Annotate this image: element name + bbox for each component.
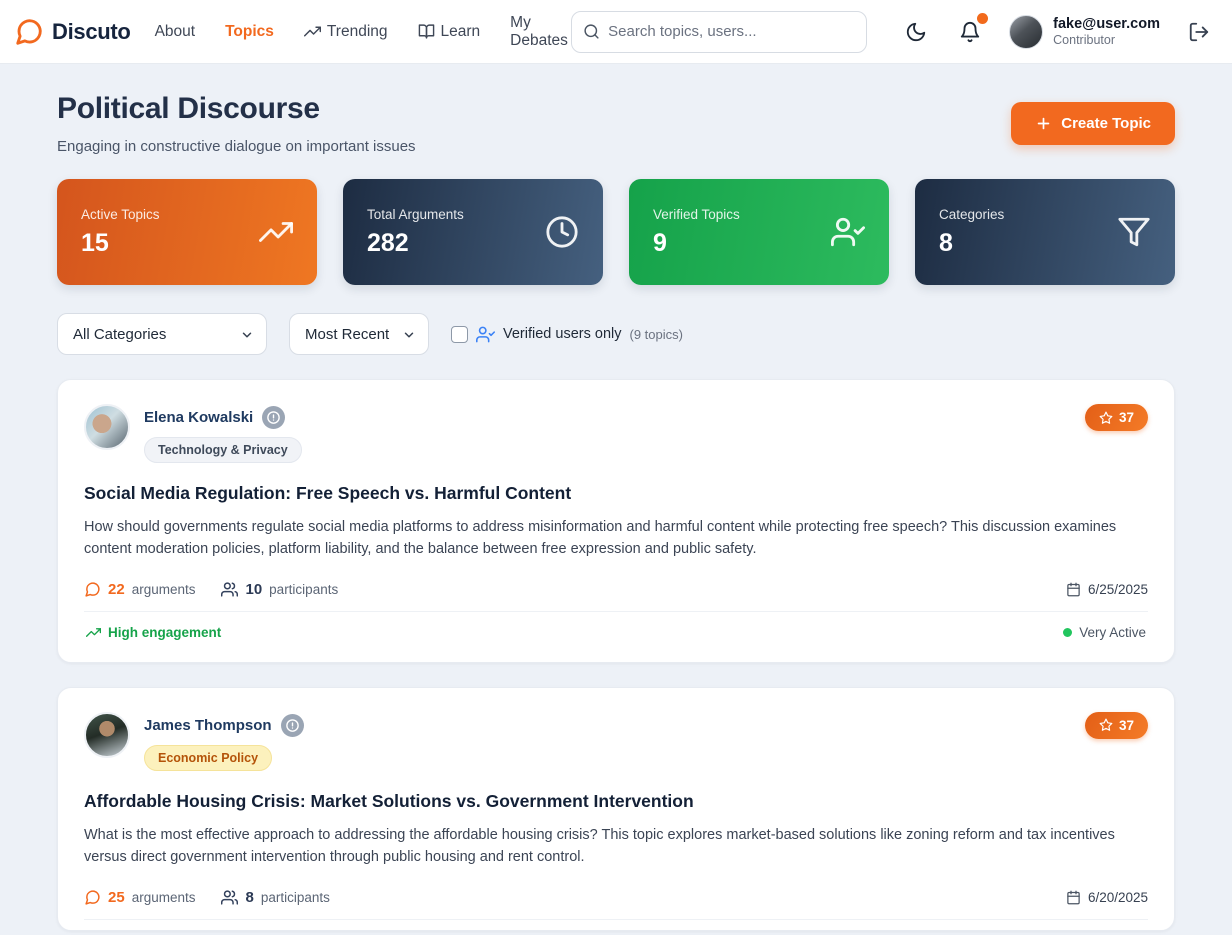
trending-up-icon (304, 23, 321, 40)
users-icon (221, 581, 238, 598)
moon-icon (905, 21, 927, 43)
page-title: Political Discourse (57, 92, 416, 126)
notification-badge (977, 13, 988, 24)
activity-status: Very Active (1063, 625, 1146, 640)
dark-mode-toggle[interactable] (901, 17, 931, 47)
topic-meta: 25 arguments 8 participants 6/20/2025 (84, 889, 1148, 920)
star-icon (1099, 411, 1113, 425)
author-name: James Thompson (144, 717, 272, 734)
verified-filter-label: Verified users only (503, 326, 621, 342)
stat-value: 282 (367, 229, 464, 258)
stat-value: 8 (939, 229, 1004, 258)
verified-checkbox[interactable] (451, 326, 468, 343)
chevron-down-icon (402, 328, 416, 342)
category-select[interactable]: All Categories (57, 313, 267, 355)
nav-link-trending[interactable]: Trending (304, 23, 388, 41)
verified-users-filter[interactable]: Verified users only (9 topics) (451, 325, 683, 344)
stat-value: 15 (81, 229, 160, 258)
topic-date: 6/20/2025 (1066, 890, 1148, 905)
avatar (1009, 15, 1043, 49)
stat-label: Total Arguments (367, 207, 464, 222)
topic-description: How should governments regulate social m… (84, 516, 1148, 561)
calendar-icon (1066, 890, 1081, 905)
stats-row: Active Topics 15 Total Arguments 282 Ver… (57, 179, 1175, 285)
stat-card-total-arguments: Total Arguments 282 (343, 179, 603, 285)
plus-icon (1035, 115, 1052, 132)
create-topic-button[interactable]: Create Topic (1011, 102, 1175, 145)
verified-filter-count: (9 topics) (629, 327, 682, 342)
filter-icon (1117, 215, 1151, 249)
navbar: Discuto About Topics Trending Learn My D… (0, 0, 1232, 64)
clock-icon (545, 215, 579, 249)
main-content: Political Discourse Engaging in construc… (57, 92, 1175, 931)
topic-card[interactable]: Elena Kowalski Technology & Privacy 37 S… (57, 379, 1175, 663)
speech-bubble-icon (84, 889, 101, 906)
arguments-stat: 22 arguments (84, 581, 195, 598)
category-badge[interactable]: Economic Policy (144, 745, 272, 771)
notifications-button[interactable] (955, 17, 985, 47)
participants-stat: 8 participants (221, 889, 329, 906)
stat-label: Categories (939, 207, 1004, 222)
nav-link-about[interactable]: About (155, 23, 196, 41)
logo-speech-bubble-icon (14, 17, 44, 47)
author-avatar (84, 404, 130, 450)
nav-links: About Topics Trending Learn My Debates (155, 14, 572, 50)
search-input[interactable] (571, 11, 867, 53)
logout-button[interactable] (1184, 17, 1214, 47)
stat-card-verified-topics: Verified Topics 9 (629, 179, 889, 285)
logout-icon (1188, 21, 1210, 43)
nav-link-learn[interactable]: Learn (418, 23, 481, 41)
bell-icon (959, 21, 981, 43)
stat-label: Active Topics (81, 207, 160, 222)
speech-bubble-icon (84, 581, 101, 598)
user-check-icon (831, 215, 865, 249)
arguments-stat: 25 arguments (84, 889, 195, 906)
user-menu[interactable]: fake@user.com Contributor (1009, 15, 1160, 49)
nav-link-my-debates[interactable]: My Debates (510, 14, 571, 50)
search-container (571, 11, 867, 53)
chevron-down-icon (240, 328, 254, 342)
star-icon (1099, 718, 1113, 732)
activity-dot-icon (1063, 628, 1072, 637)
unverified-badge-icon (281, 714, 304, 737)
participants-stat: 10 participants (221, 581, 338, 598)
topic-date: 6/25/2025 (1066, 582, 1148, 597)
user-check-icon (476, 325, 495, 344)
nav-link-topics[interactable]: Topics (225, 23, 274, 41)
stat-label: Verified Topics (653, 207, 740, 222)
author-block: Elena Kowalski Technology & Privacy (84, 404, 302, 463)
topic-meta: 22 arguments 10 participants 6/25/2025 (84, 581, 1148, 612)
topic-card[interactable]: James Thompson Economic Policy 37 Afford… (57, 687, 1175, 931)
users-icon (221, 889, 238, 906)
trending-up-icon (86, 625, 101, 640)
calendar-icon (1066, 582, 1081, 597)
filters-row: All Categories Most Recent Verified user… (57, 313, 1175, 355)
search-icon (583, 23, 600, 40)
author-block: James Thompson Economic Policy (84, 712, 304, 771)
engagement-indicator: High engagement (86, 625, 221, 640)
book-open-icon (418, 23, 435, 40)
nav-actions: fake@user.com Contributor (901, 15, 1214, 49)
user-role: Contributor (1053, 33, 1160, 49)
trending-up-icon (259, 215, 293, 249)
topic-title[interactable]: Affordable Housing Crisis: Market Soluti… (84, 791, 1148, 812)
page-header: Political Discourse Engaging in construc… (57, 92, 1175, 155)
stat-value: 9 (653, 229, 740, 258)
topic-title[interactable]: Social Media Regulation: Free Speech vs.… (84, 483, 1148, 504)
brand-name: Discuto (52, 19, 131, 45)
unverified-badge-icon (262, 406, 285, 429)
stat-card-categories: Categories 8 (915, 179, 1175, 285)
user-email: fake@user.com (1053, 15, 1160, 33)
page-subtitle: Engaging in constructive dialogue on imp… (57, 138, 416, 155)
category-badge[interactable]: Technology & Privacy (144, 437, 302, 463)
author-avatar (84, 712, 130, 758)
brand[interactable]: Discuto (14, 17, 131, 47)
stat-card-active-topics: Active Topics 15 (57, 179, 317, 285)
score-badge: 37 (1085, 712, 1148, 739)
score-badge: 37 (1085, 404, 1148, 431)
topic-description: What is the most effective approach to a… (84, 824, 1148, 869)
sort-select[interactable]: Most Recent (289, 313, 429, 355)
author-name: Elena Kowalski (144, 409, 253, 426)
